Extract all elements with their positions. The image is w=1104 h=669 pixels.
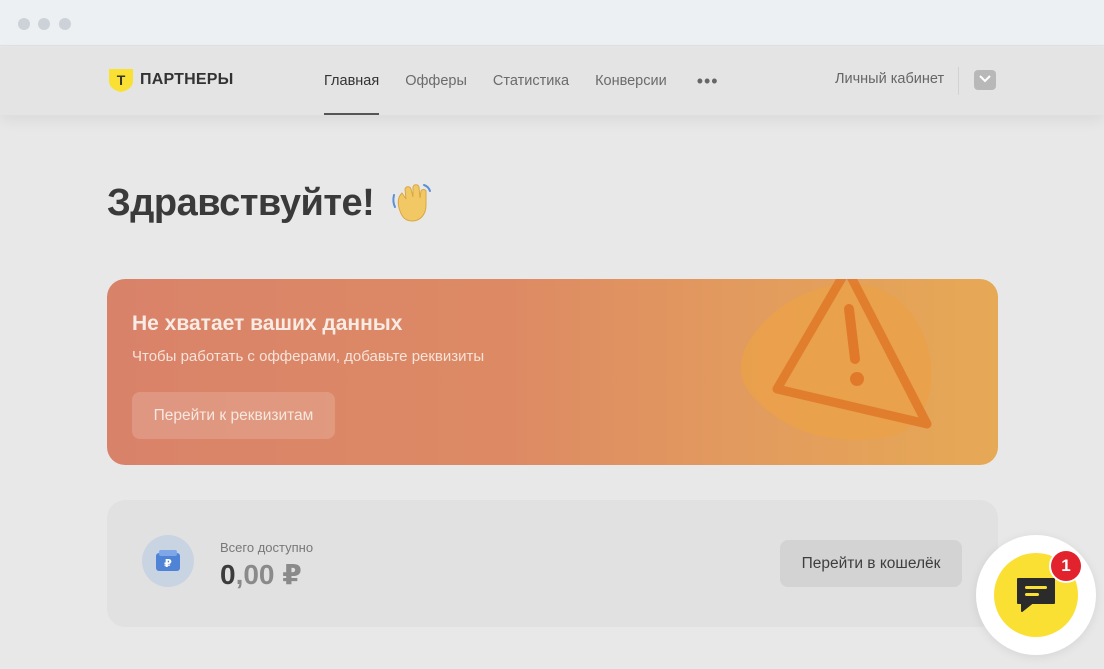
ruble-wallet-icon: ₽ bbox=[156, 550, 180, 571]
logo-letter: Т bbox=[117, 72, 126, 88]
alert-subtitle: Чтобы работать с офферами, добавьте рекв… bbox=[132, 348, 485, 365]
window-titlebar bbox=[0, 0, 1104, 46]
page-title: Здравствуйте! bbox=[107, 181, 375, 224]
nav-item-offers[interactable]: Офферы bbox=[405, 47, 467, 115]
logo-shield-icon: Т bbox=[109, 69, 133, 92]
greeting: Здравствуйте! bbox=[107, 181, 432, 225]
amount-integer: 0 bbox=[220, 559, 236, 590]
site-header: Т ПАРТНЕРЫ Главная Офферы Статистика Кон… bbox=[0, 47, 1104, 115]
nav-item-home[interactable]: Главная bbox=[324, 47, 380, 115]
wallet-card: ₽ Всего доступно 0,00 ₽ Перейти в кошелё… bbox=[107, 500, 998, 627]
cabinet-link[interactable]: Личный кабинет bbox=[835, 71, 944, 87]
account-menu-button[interactable] bbox=[974, 70, 996, 90]
wallet-amount: 0,00 ₽ bbox=[220, 558, 302, 591]
svg-text:₽: ₽ bbox=[164, 557, 172, 570]
alert-title: Не хватает ваших данных bbox=[132, 312, 403, 335]
amount-currency: ₽ bbox=[274, 559, 302, 590]
window-dot-icon[interactable] bbox=[18, 18, 30, 30]
amount-decimal: ,00 bbox=[235, 559, 275, 590]
chat-widget: 1 bbox=[976, 535, 1096, 655]
header-divider bbox=[958, 67, 959, 95]
missing-data-alert: Не хватает ваших данных Чтобы работать с… bbox=[107, 279, 998, 465]
nav-item-conversions[interactable]: Конверсии bbox=[595, 47, 667, 115]
go-to-requisites-button[interactable]: Перейти к реквизитам bbox=[132, 392, 335, 439]
chevron-down-icon bbox=[979, 75, 991, 83]
chat-bubble-icon bbox=[1017, 578, 1055, 612]
nav-more-icon[interactable]: ••• bbox=[697, 47, 719, 115]
main-nav: Главная Офферы Статистика Конверсии ••• bbox=[324, 47, 719, 115]
wallet-icon: ₽ bbox=[142, 535, 194, 587]
warning-triangle-icon bbox=[740, 279, 932, 440]
logo-text: ПАРТНЕРЫ bbox=[140, 71, 234, 88]
nav-item-statistics[interactable]: Статистика bbox=[493, 47, 569, 115]
go-to-wallet-button[interactable]: Перейти в кошелёк bbox=[780, 540, 962, 587]
chat-notification-badge: 1 bbox=[1049, 549, 1083, 583]
window-dot-icon[interactable] bbox=[38, 18, 50, 30]
window-dot-icon[interactable] bbox=[59, 18, 71, 30]
logo[interactable]: Т ПАРТНЕРЫ bbox=[108, 67, 233, 93]
wallet-label: Всего доступно bbox=[220, 540, 314, 555]
waving-hand-icon bbox=[392, 184, 432, 222]
